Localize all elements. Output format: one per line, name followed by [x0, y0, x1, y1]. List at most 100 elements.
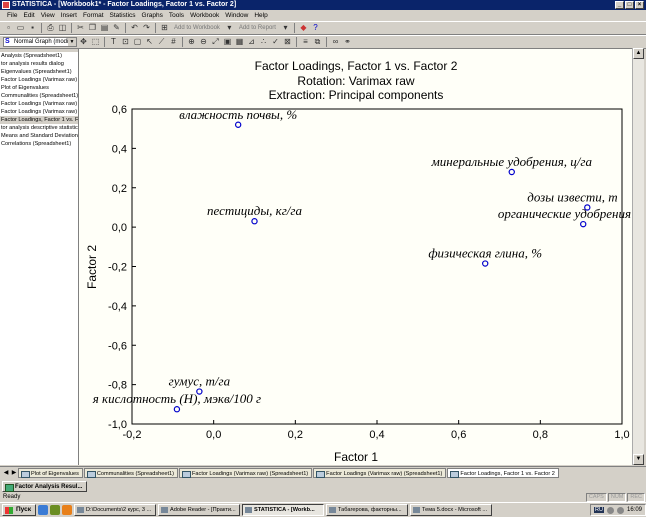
line-icon[interactable]: ⟋: [156, 37, 167, 48]
status-bar: Ready CAPS NUM REC: [0, 492, 646, 502]
tree-item[interactable]: Factor Loadings (Varimax raw): [0, 76, 78, 84]
minimize-button[interactable]: _: [615, 1, 624, 9]
menu-statistics[interactable]: Statistics: [107, 12, 139, 19]
task-word-document-2[interactable]: Тема 5.docx - Microsoft ...: [410, 504, 492, 516]
graph-type-select[interactable]: S Normal Graph (modi... ▼: [3, 37, 77, 47]
browser-icon[interactable]: [62, 505, 72, 515]
tree-item[interactable]: Eigenvalues (Spreadsheet1): [0, 68, 78, 76]
language-indicator[interactable]: RU: [594, 507, 604, 513]
workbook-icon[interactable]: ⊞: [159, 23, 170, 34]
menu-tools[interactable]: Tools: [166, 12, 187, 19]
menu-help[interactable]: Help: [251, 12, 270, 19]
menu-view[interactable]: View: [38, 12, 58, 19]
vertical-scrollbar[interactable]: ▲ ▼: [632, 48, 644, 465]
tray-icon[interactable]: [616, 506, 624, 514]
add-to-report-button[interactable]: Add to Report: [236, 25, 279, 31]
undo-icon[interactable]: ↶: [129, 23, 140, 34]
menu-graphs[interactable]: Graphs: [139, 12, 166, 19]
fit-icon[interactable]: ✓: [270, 37, 281, 48]
tab-plot-of-eigenvalues[interactable]: Plot of Eigenvalues: [18, 468, 83, 478]
task-statistica[interactable]: STATISTICA - [Workb...: [242, 504, 324, 516]
menu-workbook[interactable]: Workbook: [187, 12, 222, 19]
tab-scroll-left-icon[interactable]: ◀: [2, 468, 10, 478]
tray-icon[interactable]: [606, 506, 614, 514]
chevron-down-icon[interactable]: ▼: [68, 38, 76, 46]
scroll-down-button[interactable]: ▼: [633, 454, 644, 465]
tree-item[interactable]: Factor Loadings (Varimax raw): [0, 108, 78, 116]
print-preview-icon[interactable]: ◫: [57, 23, 68, 34]
print-icon[interactable]: ⎙: [45, 23, 56, 34]
chevron-down-icon[interactable]: ▾: [224, 23, 235, 34]
cut-icon[interactable]: ✂: [75, 23, 86, 34]
new-icon[interactable]: ▫: [3, 23, 14, 34]
align-icon[interactable]: ≡: [300, 37, 311, 48]
scroll-up-button[interactable]: ▲: [633, 48, 644, 59]
statistica-app-icon[interactable]: [2, 1, 10, 9]
tab-factor-loadings-plot[interactable]: Factor Loadings, Factor 1 vs. Factor 2: [447, 468, 559, 478]
resize-icon[interactable]: ⤢: [210, 37, 221, 48]
link-icon[interactable]: ∞: [330, 37, 341, 48]
open-icon[interactable]: ▭: [15, 23, 26, 34]
task-explorer[interactable]: D:\Documents\2 курс, 3 ...: [74, 504, 156, 516]
format-painter-icon[interactable]: ✎: [111, 23, 122, 34]
copy-icon[interactable]: ❐: [87, 23, 98, 34]
help-icon[interactable]: ?: [310, 23, 321, 34]
text-icon[interactable]: T: [108, 37, 119, 48]
tree-item[interactable]: Factor Loadings (Varimax raw): [0, 100, 78, 108]
desktop-icon[interactable]: [38, 505, 48, 515]
add-to-workbook-button[interactable]: Add to Workbook: [171, 25, 223, 31]
zoom-in-icon[interactable]: ⊕: [186, 37, 197, 48]
save-icon[interactable]: ▪: [27, 23, 38, 34]
statistics-icon[interactable]: ◆: [298, 23, 309, 34]
arrow-icon[interactable]: ↖: [144, 37, 155, 48]
layer-icon[interactable]: ⧉: [312, 37, 323, 48]
menu-insert[interactable]: Insert: [58, 12, 80, 19]
zoom-out-icon[interactable]: ⊖: [198, 37, 209, 48]
tree-item-selected[interactable]: Factor Loadings, Factor 1 vs. F: [0, 116, 78, 124]
unlink-icon[interactable]: ⚭: [342, 37, 353, 48]
close-button[interactable]: ×: [635, 1, 644, 9]
y-tick-label: 0,6: [112, 104, 127, 116]
start-button[interactable]: Пуск: [2, 504, 36, 516]
maximize-button[interactable]: □: [625, 1, 634, 9]
tree-item[interactable]: tor analysis descriptive statistic: [0, 124, 78, 132]
menu-format[interactable]: Format: [80, 12, 107, 19]
x-tick-label: 0,4: [369, 429, 384, 441]
select-icon[interactable]: ⬚: [90, 37, 101, 48]
menu-edit[interactable]: Edit: [20, 12, 37, 19]
snapshot-icon[interactable]: ▦: [234, 37, 245, 48]
zoom-icon[interactable]: ⊡: [120, 37, 131, 48]
factor-analysis-results-button[interactable]: Factor Analysis Resul...: [2, 480, 88, 492]
brush-icon[interactable]: ✥: [78, 37, 89, 48]
tree-item[interactable]: Correlations (Spreadsheet1): [0, 140, 78, 148]
y-tick-label: -0,2: [108, 262, 127, 274]
tab-factor-loadings-1[interactable]: Factor Loadings (Varimax raw) (Spreadshe…: [179, 468, 313, 478]
plot-icon[interactable]: ⊿: [246, 37, 257, 48]
caps-indicator: CAPS: [585, 492, 607, 502]
menu-window[interactable]: Window: [222, 12, 251, 19]
tab-scroll-right-icon[interactable]: ▶: [10, 468, 18, 478]
task-word-document-1[interactable]: Табагерова, факторны...: [326, 504, 408, 516]
num-indicator: NUM: [607, 492, 627, 502]
paste-icon[interactable]: ▤: [99, 23, 110, 34]
menu-bar: File Edit View Insert Format Statistics …: [0, 10, 646, 21]
tree-item[interactable]: tor analysis results dialog: [0, 60, 78, 68]
redo-icon[interactable]: ↷: [141, 23, 152, 34]
chevron-down-icon[interactable]: ▾: [280, 23, 291, 34]
grid-icon[interactable]: #: [168, 37, 179, 48]
menu-file[interactable]: File: [4, 12, 20, 19]
graph-options-icon[interactable]: ▣: [222, 37, 233, 48]
tree-item[interactable]: Means and Standard Deviation: [0, 132, 78, 140]
chart-icon[interactable]: ⊠: [282, 37, 293, 48]
tree-item[interactable]: Plot of Eigenvalues: [0, 84, 78, 92]
task-adobe-reader[interactable]: Adobe Reader - [Практи...: [158, 504, 240, 516]
tree-item[interactable]: Communalities (Spreadsheet1): [0, 92, 78, 100]
points-icon[interactable]: ∴: [258, 37, 269, 48]
tree-item[interactable]: Analysis (Spreadsheet1): [0, 52, 78, 60]
tab-factor-loadings-2[interactable]: Factor Loadings (Varimax raw) (Spreadshe…: [313, 468, 447, 478]
rectangle-icon[interactable]: ▢: [132, 37, 143, 48]
factor-loadings-chart[interactable]: Factor Loadings, Factor 1 vs. Factor 2 R…: [79, 49, 632, 465]
tab-communalities[interactable]: Communalities (Spreadsheet1): [83, 468, 178, 478]
explorer-icon[interactable]: [50, 505, 60, 515]
data-point-label: я кислотность (Н), мэкв/100 г: [92, 391, 261, 406]
